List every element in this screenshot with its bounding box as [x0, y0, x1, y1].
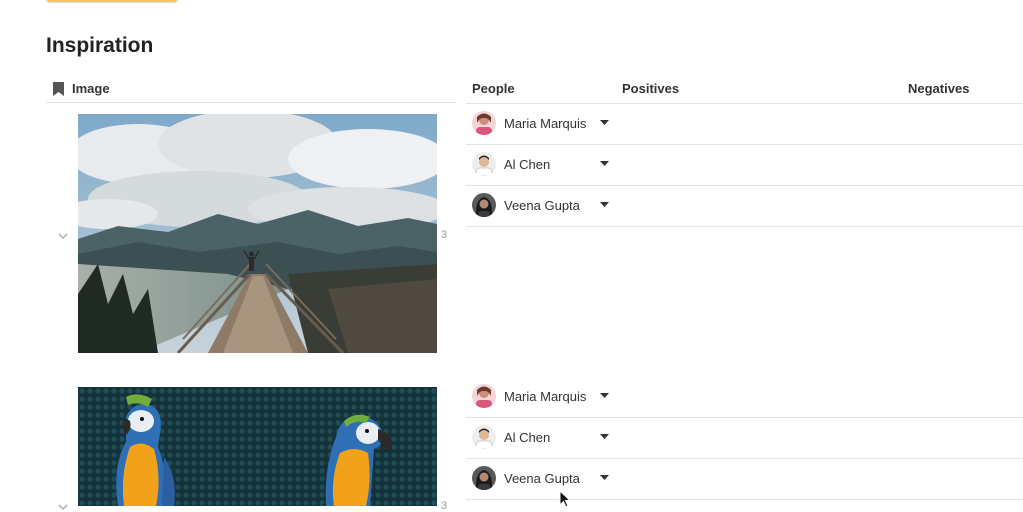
column-header-image[interactable]: Image — [72, 81, 110, 96]
header-divider-left — [46, 102, 456, 103]
section-title: Inspiration — [46, 34, 154, 57]
image-mountain-lookout[interactable] — [78, 114, 437, 353]
caret-down-icon[interactable] — [600, 202, 609, 207]
person-name: Al Chen — [504, 156, 551, 172]
column-header-positives[interactable]: Positives — [622, 81, 679, 96]
mountain-lookout-photo — [78, 114, 437, 353]
person-row[interactable]: Veena Gupta — [466, 459, 1023, 500]
mouse-cursor-icon — [559, 490, 571, 508]
column-header-negatives[interactable]: Negatives — [908, 81, 969, 96]
add-button[interactable] — [46, 0, 178, 2]
person-name: Al Chen — [504, 429, 551, 445]
group-count: 3 — [441, 500, 448, 512]
bookmark-icon — [53, 82, 64, 96]
avatar — [472, 425, 496, 449]
caret-down-icon[interactable] — [600, 475, 609, 480]
image-macaws[interactable] — [78, 387, 437, 506]
person-name: Maria Marquis — [504, 115, 587, 131]
person-row[interactable]: Maria Marquis — [466, 377, 1023, 418]
avatar — [472, 466, 496, 490]
person-name: Veena Gupta — [504, 197, 580, 213]
avatar — [472, 152, 496, 176]
person-name: Veena Gupta — [504, 470, 580, 486]
person-name: Maria Marquis — [504, 388, 587, 404]
person-row[interactable]: Maria Marquis — [466, 104, 1023, 145]
person-row[interactable]: Veena Gupta — [466, 186, 1023, 227]
avatar — [472, 384, 496, 408]
caret-down-icon[interactable] — [600, 120, 609, 125]
macaws-photo — [78, 387, 437, 506]
chevron-down-icon[interactable] — [58, 503, 68, 511]
column-header-people[interactable]: People — [472, 81, 515, 96]
chevron-down-icon[interactable] — [58, 232, 68, 240]
caret-down-icon[interactable] — [600, 434, 609, 439]
person-row[interactable]: Al Chen — [466, 145, 1023, 186]
avatar — [472, 193, 496, 217]
person-row[interactable]: Al Chen — [466, 418, 1023, 459]
caret-down-icon[interactable] — [600, 161, 609, 166]
caret-down-icon[interactable] — [600, 393, 609, 398]
avatar — [472, 111, 496, 135]
group-count: 3 — [441, 229, 448, 241]
